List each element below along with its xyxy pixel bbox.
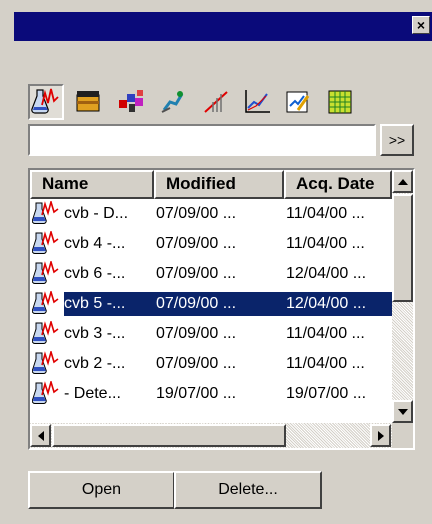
close-button[interactable]: ×	[412, 16, 430, 34]
row-name: cvb - D...	[64, 205, 129, 222]
row-modified: 07/09/00 ...	[156, 325, 237, 342]
arrow-left-icon	[37, 430, 44, 441]
row-name: cvb 6 -...	[64, 265, 126, 282]
spectrum-file-icon	[31, 229, 62, 257]
xy-plot-icon[interactable]	[239, 84, 275, 120]
toolbar	[28, 84, 368, 122]
row-acq-date: 12/04/00 ...	[286, 295, 367, 312]
file-list[interactable]: Name Modified Acq. Date cvb - D... 07/09/…	[28, 168, 415, 450]
arrow-up-icon	[397, 178, 408, 185]
row-modified: 07/09/00 ...	[156, 295, 237, 312]
row-name: cvb 4 -...	[64, 235, 126, 252]
spreadsheet-icon[interactable]	[322, 84, 358, 120]
row-modified: 07/09/00 ...	[156, 355, 237, 372]
row-modified: 07/09/00 ...	[156, 205, 237, 222]
list-item[interactable]: cvb 5 -... 07/09/00 ... 12/04/00 ...	[30, 289, 394, 319]
open-button[interactable]: Open	[28, 471, 175, 509]
runner-icon[interactable]	[155, 84, 191, 120]
list-item[interactable]: cvb 6 -... 07/09/00 ... 12/04/00 ...	[30, 259, 392, 289]
report-edit-icon[interactable]	[280, 84, 316, 120]
spectrum-file-icon	[31, 319, 62, 347]
scroll-right-button[interactable]	[370, 424, 391, 447]
spectrum-file-icon	[31, 379, 62, 407]
row-modified: 07/09/00 ...	[156, 235, 237, 252]
spectrum-flask-icon[interactable]	[28, 84, 64, 120]
vertical-scrollbar[interactable]	[392, 170, 413, 423]
row-acq-date: 12/04/00 ...	[286, 265, 367, 282]
row-acq-date: 11/04/00 ...	[286, 325, 365, 342]
scroll-left-button[interactable]	[30, 424, 51, 447]
arrow-right-icon	[377, 430, 384, 441]
row-name: cvb 5 -...	[64, 295, 126, 312]
arrow-down-icon	[397, 408, 408, 415]
vertical-scroll-thumb[interactable]	[392, 194, 413, 302]
row-acq-date: 11/04/00 ...	[286, 205, 365, 222]
column-header-modified[interactable]: Modified	[154, 170, 284, 199]
column-header-acq-date[interactable]: Acq. Date	[284, 170, 392, 199]
scroll-down-button[interactable]	[392, 400, 413, 423]
delete-button[interactable]: Delete...	[174, 471, 322, 509]
row-name: cvb 2 -...	[64, 355, 126, 372]
row-modified: 07/09/00 ...	[156, 265, 237, 282]
spectrum-file-icon	[31, 199, 62, 227]
molecule-icon[interactable]	[114, 84, 150, 120]
list-item[interactable]: cvb - D... 07/09/00 ... 11/04/00 ...	[30, 199, 392, 229]
scrollbar-corner	[392, 423, 413, 448]
row-name: cvb 3 -...	[64, 325, 126, 342]
list-item[interactable]: cvb 4 -... 07/09/00 ... 11/04/00 ...	[30, 229, 392, 259]
search-input[interactable]	[28, 124, 376, 156]
list-header: Name Modified Acq. Date	[30, 170, 392, 199]
row-acq-date: 11/04/00 ...	[286, 235, 365, 252]
row-acq-date: 19/07/00 ...	[286, 385, 367, 402]
spectrum-file-icon	[31, 289, 62, 317]
row-acq-date: 11/04/00 ...	[286, 355, 365, 372]
row-name: - Dete...	[64, 385, 121, 402]
go-button[interactable]: >>	[380, 124, 414, 156]
box-icon[interactable]	[71, 84, 107, 120]
title-bar: ×	[14, 12, 432, 41]
spectrum-file-icon	[31, 259, 62, 287]
spectrum-file-icon	[31, 349, 62, 377]
list-item[interactable]: - Dete... 19/07/00 ... 19/07/00 ...	[30, 379, 392, 409]
horizontal-scroll-thumb[interactable]	[52, 424, 286, 447]
list-item[interactable]: cvb 3 -... 07/09/00 ... 11/04/00 ...	[30, 319, 392, 349]
column-header-name[interactable]: Name	[30, 170, 154, 199]
calibration-curve-icon[interactable]	[198, 84, 234, 120]
row-modified: 19/07/00 ...	[156, 385, 237, 402]
list-item[interactable]: cvb 2 -... 07/09/00 ... 11/04/00 ...	[30, 349, 392, 379]
horizontal-scrollbar[interactable]	[30, 423, 392, 448]
scroll-up-button[interactable]	[392, 170, 413, 193]
